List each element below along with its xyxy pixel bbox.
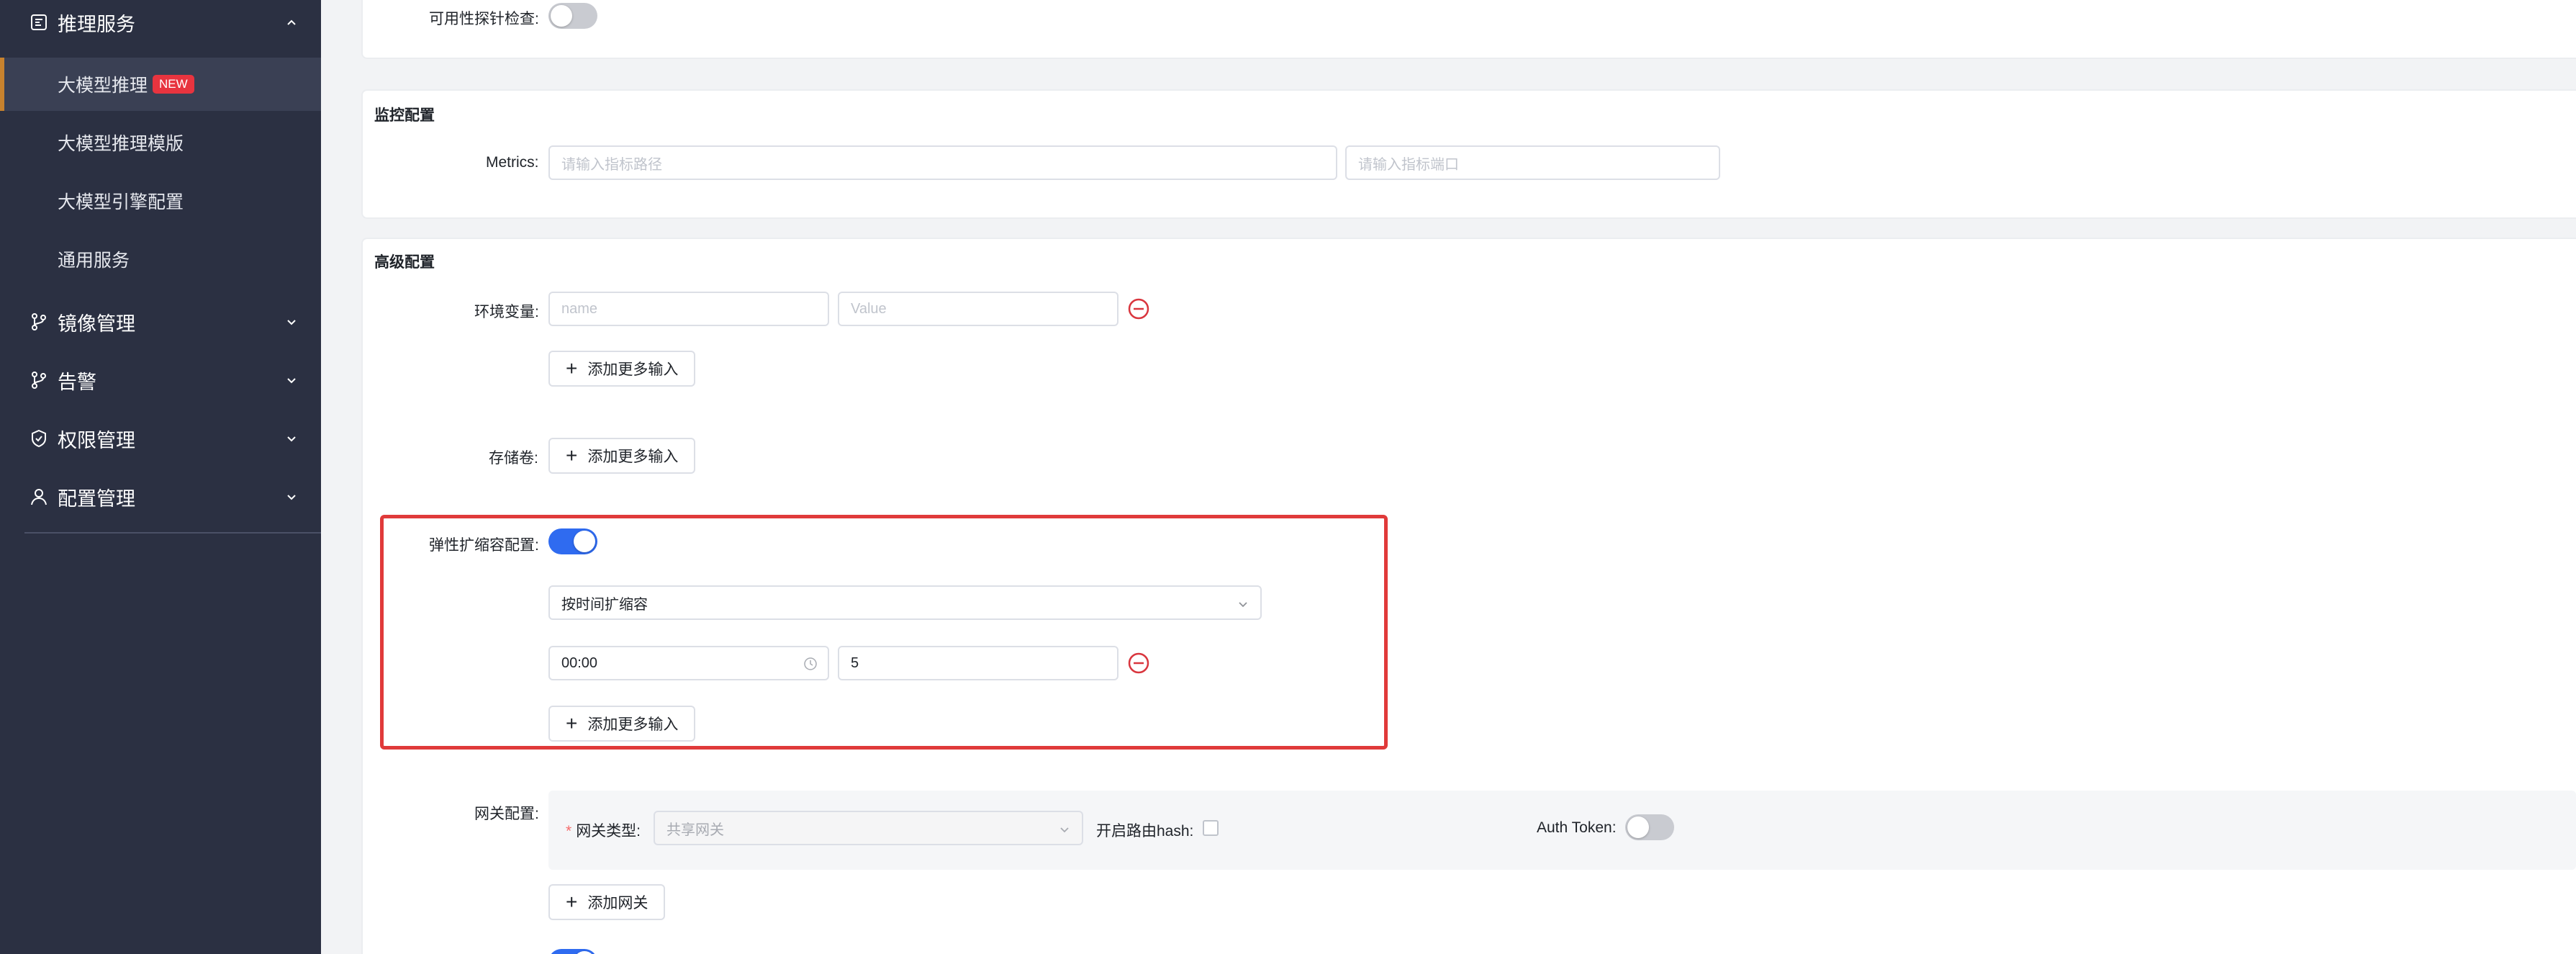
time-input[interactable]: 00:00: [548, 646, 829, 680]
sidebar-item-label: 通用服务: [58, 251, 130, 271]
placeholder: 请输入指标端口: [1358, 156, 1459, 173]
toggle-knob: [1627, 816, 1649, 838]
add-env-button[interactable]: + 添加更多输入: [548, 351, 696, 387]
auth-token-label: Auth Token:: [1537, 819, 1617, 836]
metrics-path-input[interactable]: 请输入指标路径: [548, 145, 1337, 180]
shield-icon: [32, 429, 46, 448]
remove-env-icon[interactable]: [1127, 297, 1150, 320]
gateway-type-label: * 网关类型:: [566, 819, 641, 841]
chevron-down-icon: [287, 495, 296, 500]
inference-icon: [31, 14, 47, 30]
probe-label: 可用性探针检查:: [429, 11, 539, 27]
auth-token-toggle[interactable]: [1625, 814, 1674, 840]
sidebar-group-permission[interactable]: 权限管理: [0, 413, 321, 464]
sidebar-group-label: 告警: [58, 371, 96, 393]
branch-icon: [32, 313, 46, 330]
chevron-down-icon: [287, 436, 296, 442]
plus-icon: +: [566, 891, 578, 913]
add-schedule-button[interactable]: + 添加更多输入: [548, 706, 696, 742]
sidebar-group-image[interactable]: 镜像管理: [0, 297, 321, 347]
button-label: 添加网关: [587, 895, 648, 912]
selected-value: 共享网关: [666, 822, 724, 838]
route-hash-label: 开启路由hash:: [1096, 823, 1194, 840]
bottom-toggle[interactable]: [548, 949, 597, 954]
selected-value: 按时间扩缩容: [561, 596, 648, 613]
autoscale-label: 弹性扩缩容配置:: [429, 537, 539, 554]
chevron-up-icon: [287, 19, 296, 25]
placeholder: Value: [851, 300, 887, 317]
probe-card: [361, 0, 2576, 59]
sidebar-item-llm-template[interactable]: 大模型推理模版: [0, 116, 321, 169]
sidebar-group-label: 镜像管理: [58, 312, 135, 335]
placeholder: 请输入指标路径: [561, 156, 662, 173]
chevron-down-icon: [287, 378, 296, 384]
env-value-input[interactable]: Value: [838, 292, 1118, 326]
plus-icon: +: [566, 444, 578, 467]
button-label: 添加更多输入: [587, 716, 679, 733]
branch-icon: [32, 372, 46, 389]
new-badge: NEW: [153, 75, 194, 94]
metrics-label: Metrics:: [486, 154, 539, 171]
replica-value: 5: [851, 654, 859, 671]
button-label: 添加更多输入: [587, 361, 679, 378]
gateway-label: 网关配置:: [474, 806, 539, 822]
remove-schedule-icon[interactable]: [1127, 652, 1150, 675]
sidebar-item-engine-config[interactable]: 大模型引擎配置: [0, 174, 321, 228]
sidebar-group-alert[interactable]: 告警: [0, 355, 321, 405]
sidebar-group-label: 配置管理: [58, 487, 135, 510]
gateway-type-select[interactable]: 共享网关: [654, 811, 1083, 845]
probe-toggle[interactable]: [548, 3, 597, 29]
clock-icon: [804, 657, 817, 670]
button-label: 添加更多输入: [587, 449, 679, 465]
route-hash-checkbox[interactable]: [1203, 820, 1219, 836]
env-name-input[interactable]: name: [548, 292, 829, 326]
sidebar: 推理服务 大模型推理 NEW 大模型推理模版 大模型引擎配置 通用服务 镜像管理: [0, 0, 321, 954]
toggle-knob: [574, 531, 595, 552]
metrics-port-input[interactable]: 请输入指标端口: [1345, 145, 1720, 180]
sidebar-group-inference[interactable]: 推理服务: [0, 0, 321, 48]
gateway-type-label-text: 网关类型:: [576, 823, 641, 840]
user-icon: [31, 489, 47, 505]
autoscale-mode-select[interactable]: 按时间扩缩容: [548, 585, 1262, 620]
sidebar-item-label: 大模型引擎配置: [58, 192, 184, 212]
sidebar-item-label: 大模型推理: [58, 76, 148, 96]
advanced-section-title: 高级配置: [374, 254, 435, 271]
toggle-knob: [551, 5, 572, 27]
sidebar-group-label: 推理服务: [58, 13, 135, 35]
plus-icon: +: [566, 357, 578, 379]
sidebar-divider: [24, 532, 321, 534]
sidebar-group-config[interactable]: 配置管理: [0, 472, 321, 522]
placeholder: name: [561, 300, 598, 317]
plus-icon: +: [566, 712, 578, 734]
chevron-down-icon: [1239, 602, 1247, 608]
replica-input[interactable]: 5: [838, 646, 1118, 680]
time-value: 00:00: [561, 654, 598, 671]
required-star: *: [566, 823, 572, 840]
toggle-knob: [574, 951, 595, 954]
storage-label: 存储卷:: [489, 450, 538, 467]
monitor-section-title: 监控配置: [374, 107, 435, 124]
chevron-down-icon: [287, 320, 296, 325]
chevron-down-icon: [1060, 827, 1069, 833]
autoscale-toggle[interactable]: [548, 528, 597, 554]
sidebar-item-llm-inference[interactable]: 大模型推理 NEW: [0, 58, 321, 111]
env-label: 环境变量:: [474, 304, 539, 320]
add-gateway-button[interactable]: + 添加网关: [548, 884, 666, 920]
sidebar-item-general-service[interactable]: 通用服务: [0, 233, 321, 286]
sidebar-group-label: 权限管理: [58, 429, 135, 451]
sidebar-item-label: 大模型推理模版: [58, 134, 184, 154]
add-storage-button[interactable]: + 添加更多输入: [548, 438, 696, 474]
